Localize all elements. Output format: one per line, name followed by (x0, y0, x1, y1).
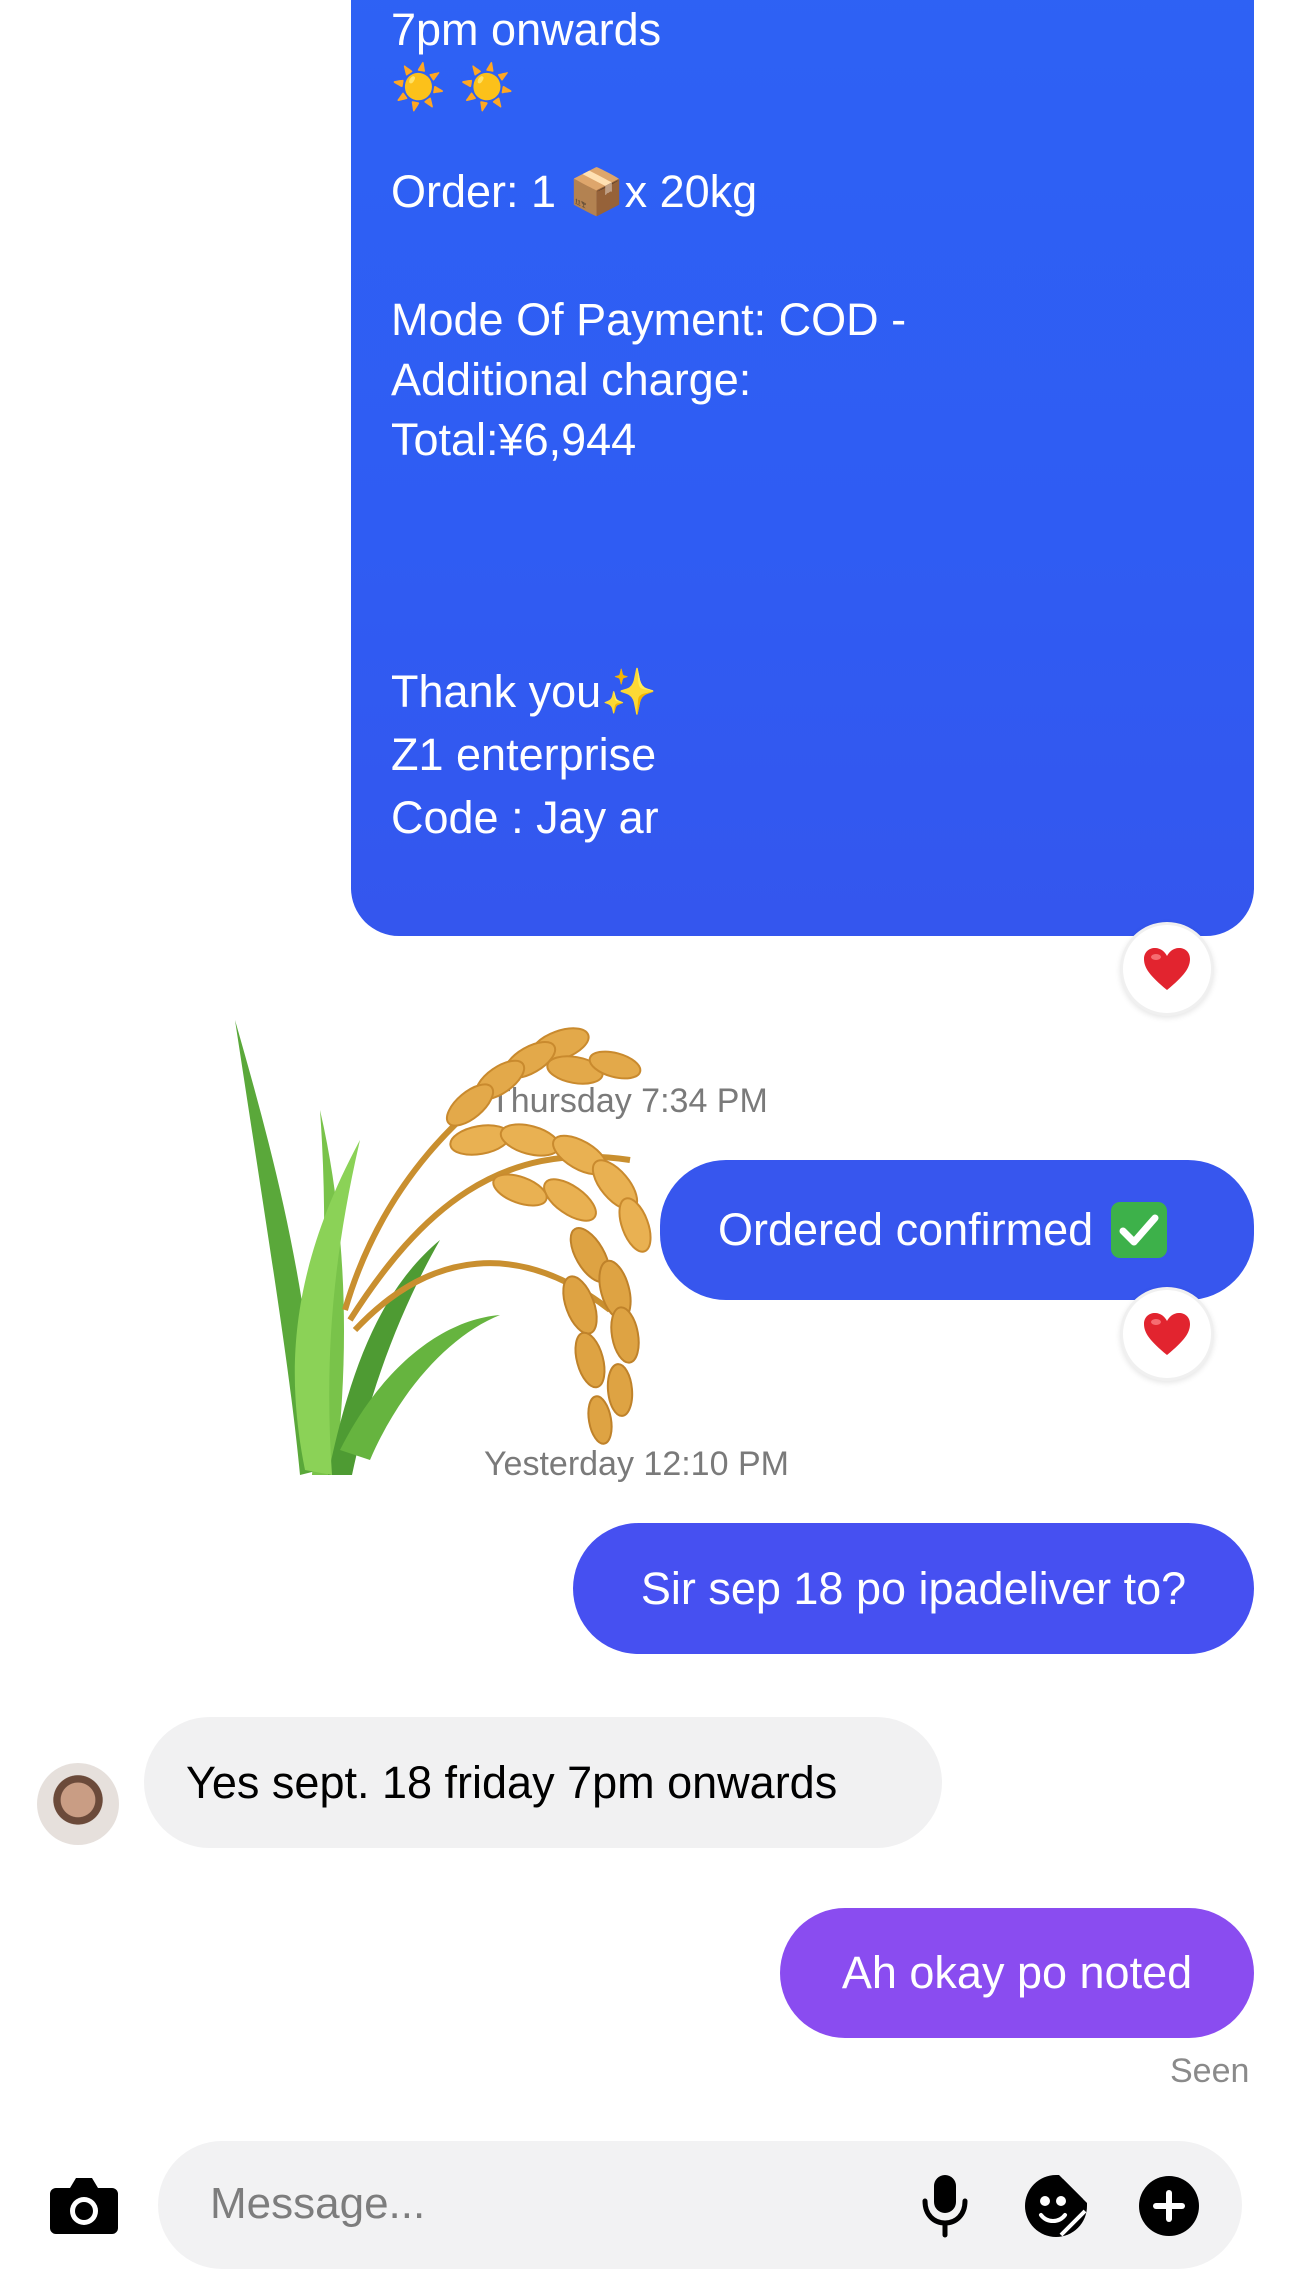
heart-icon (1144, 948, 1190, 990)
heart-icon (1144, 1313, 1190, 1355)
rice-sheaf-sticker[interactable] (230, 990, 710, 1480)
package-icon: 📦 (568, 165, 625, 218)
total-line: Total:¥6,944 (391, 414, 637, 465)
camera-icon (50, 2178, 118, 2234)
additional-charge-line: Additional charge: (391, 354, 752, 405)
message-text: Sir sep 18 po ipadeliver to? (640, 1562, 1187, 1614)
timestamp: Yesterday 12:10 PM (484, 1445, 789, 1483)
sparkles-icon: ✨ (601, 665, 658, 718)
sun-emoji-line: ☀️ ☀️ (391, 62, 515, 113)
thank-you-text: Thank you (391, 666, 602, 717)
camera-button[interactable] (45, 2172, 123, 2238)
sticker-icon (1025, 2175, 1087, 2237)
thank-you-line: Thank you✨ (391, 662, 657, 722)
microphone-icon (922, 2175, 968, 2238)
avatar[interactable] (37, 1763, 119, 1845)
microphone-button[interactable] (910, 2171, 980, 2241)
code-line: Code : Jay ar (391, 792, 659, 843)
message-input[interactable]: Message... (210, 2179, 425, 2229)
outgoing-message[interactable]: Sir sep 18 po ipadeliver to? (573, 1523, 1254, 1654)
add-button[interactable] (1136, 2173, 1202, 2239)
message-composer[interactable]: Message... (158, 2141, 1242, 2269)
order-line: Order: 1 📦x 20kg (391, 162, 757, 222)
sticker-button[interactable] (1020, 2171, 1092, 2241)
incoming-message[interactable]: Yes sept. 18 friday 7pm onwards (144, 1717, 942, 1848)
outgoing-message[interactable]: Ah okay po noted (780, 1908, 1254, 2038)
company-line: Z1 enterprise (391, 729, 657, 780)
message-text: Ah okay po noted (841, 1947, 1193, 1998)
message-text: Yes sept. 18 friday 7pm onwards (186, 1756, 838, 1808)
message-line: 7pm onwards (391, 4, 662, 55)
ordered-confirmed-message[interactable]: Ordered confirmed (660, 1160, 1254, 1300)
seen-status: Seen (1170, 2052, 1250, 2090)
order-label: Order: 1 (391, 166, 569, 217)
heart-reaction[interactable] (1120, 922, 1214, 1016)
check-mark-icon (1111, 1202, 1168, 1258)
plus-icon (1139, 2176, 1199, 2236)
order-details-message[interactable]: 7pm onwards ☀️ ☀️ Order: 1 📦x 20kg Mode … (351, 0, 1254, 936)
payment-line: Mode Of Payment: COD - (391, 294, 907, 345)
heart-reaction[interactable] (1120, 1287, 1214, 1381)
order-qty: x 20kg (624, 166, 758, 217)
message-text: Ordered confirmed (718, 1204, 1094, 1255)
